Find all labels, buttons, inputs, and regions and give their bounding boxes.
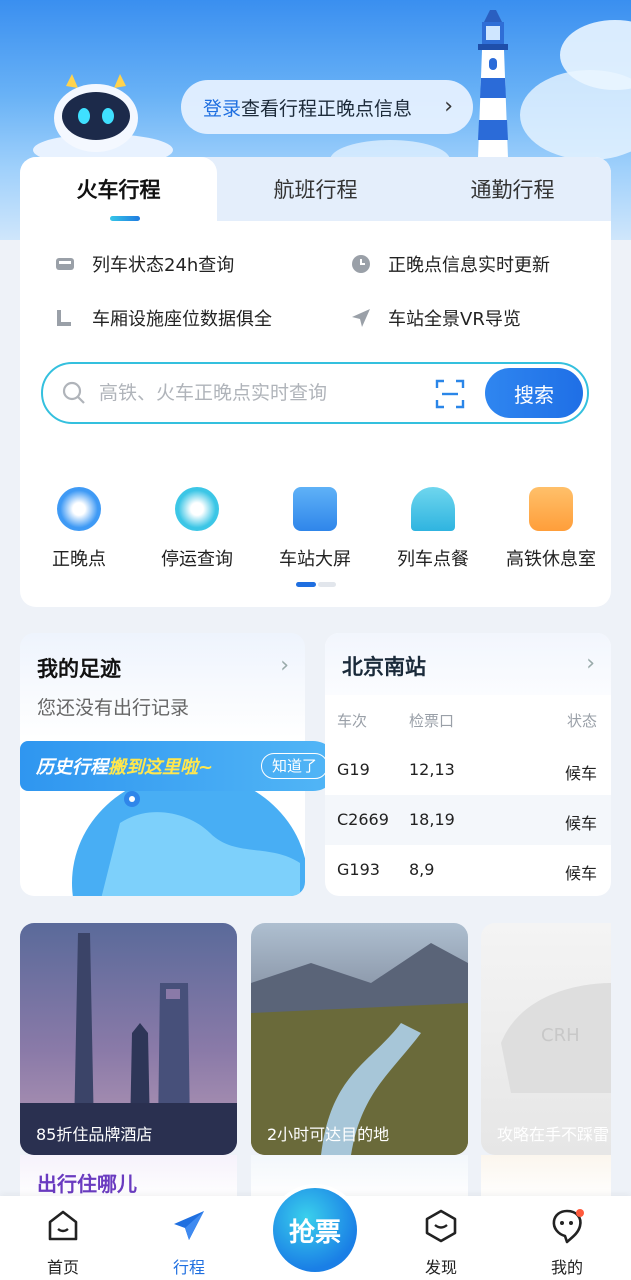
- tab-mine[interactable]: 我的: [522, 1208, 612, 1278]
- quick-entry-on-time[interactable]: 正晚点: [24, 487, 134, 571]
- tab-home[interactable]: 首页: [18, 1208, 108, 1278]
- cloud-decoration: [520, 70, 631, 160]
- search-icon: [62, 381, 85, 404]
- tab-trip[interactable]: 行程: [144, 1208, 234, 1278]
- stay-heading: 出行住哪儿: [37, 1172, 137, 1196]
- feature-item: 车站全景VR导览: [350, 305, 521, 331]
- scan-icon[interactable]: [435, 379, 465, 409]
- robot-mascot: [33, 74, 173, 166]
- promo-card-hotel[interactable]: 85折住品牌酒店: [20, 923, 237, 1155]
- grab-ticket-button[interactable]: 抢票: [273, 1188, 357, 1272]
- stop-icon: [175, 487, 219, 531]
- tab-label: 发现: [424, 1258, 457, 1277]
- train-number: G193: [337, 860, 380, 879]
- clock-icon: [350, 253, 372, 275]
- quick-entry-dining[interactable]: 列车点餐: [378, 487, 488, 571]
- home-icon: [48, 1210, 78, 1241]
- search-input[interactable]: [97, 381, 421, 405]
- table-row[interactable]: G19 12,13 候车: [325, 745, 611, 795]
- table-row[interactable]: G193 8,9 候车: [325, 845, 611, 895]
- feature-label: 列车状态24h查询: [92, 255, 235, 276]
- sofa-icon: [529, 487, 573, 531]
- lighthouse-illustration: [478, 10, 508, 158]
- quick-entry-label: 正晚点: [52, 549, 106, 570]
- paper-plane-icon: [174, 1211, 204, 1240]
- got-it-button[interactable]: 知道了: [260, 753, 328, 779]
- gate-number: 12,13: [409, 760, 455, 779]
- tab-flight-trip[interactable]: 航班行程: [217, 157, 414, 221]
- quick-entry-label: 车站大屏: [279, 549, 351, 570]
- promo-caption: 2小时可达目的地: [267, 1125, 390, 1144]
- history-banner-part2: 搬到这里啦~: [108, 757, 214, 778]
- gate-number: 8,9: [409, 860, 435, 879]
- column-header-status: 状态: [566, 712, 597, 730]
- screen-icon: [293, 487, 337, 531]
- gate-number: 18,19: [409, 810, 455, 829]
- table-row[interactable]: C2669 18,19 候车: [325, 795, 611, 845]
- train-status: 候车: [564, 814, 597, 833]
- chevron-right-icon: ›: [444, 94, 453, 119]
- promo-card-guide[interactable]: CRH 攻略在手不踩雷: [481, 923, 611, 1155]
- quick-entry-station-screen[interactable]: 车站大屏: [260, 487, 370, 571]
- train-icon: [54, 253, 76, 275]
- feature-label: 车站全景VR导览: [388, 309, 521, 330]
- search-button[interactable]: 搜索: [485, 368, 583, 418]
- tab-label: 行程: [172, 1258, 205, 1277]
- svg-text:CRH: CRH: [541, 1025, 580, 1046]
- tab-discover[interactable]: 发现: [396, 1208, 486, 1278]
- profile-icon: [552, 1209, 584, 1244]
- feature-label: 车厢设施座位数据俱全: [92, 309, 272, 330]
- quick-entry-label: 高铁休息室: [506, 549, 596, 570]
- station-header: 北京南站 ›: [325, 633, 611, 695]
- quick-entry-label: 列车点餐: [397, 549, 469, 570]
- feature-item: 列车状态24h查询: [54, 251, 234, 277]
- page-indicator: [296, 582, 336, 587]
- quick-entry-suspension[interactable]: 停运查询: [142, 487, 252, 571]
- trip-card: 火车行程 航班行程 通勤行程 列车状态24h查询 正晚点信息实时更新 车厢设施座…: [20, 157, 611, 607]
- history-trip-banner: 历史行程搬到这里啦~ 知道了: [20, 741, 338, 791]
- promo-bottom-guide: [481, 1155, 611, 1200]
- history-banner-text: 历史行程搬到这里啦~: [36, 753, 213, 779]
- history-banner-part1: 历史行程: [36, 757, 108, 778]
- train-status: 候车: [564, 864, 597, 883]
- promo-caption: 攻略在手不踩雷: [497, 1125, 610, 1144]
- quick-entry-lounge[interactable]: 高铁休息室: [496, 487, 606, 571]
- quick-entries: 正晚点 停运查询 车站大屏 列车点餐 高铁休息室: [20, 487, 611, 577]
- feature-item: 车厢设施座位数据俱全: [54, 305, 272, 331]
- promo-bottom-destination: [251, 1155, 468, 1200]
- column-header-train: 车次: [337, 712, 368, 730]
- clock-icon: [57, 487, 101, 531]
- tab-label: 我的: [550, 1258, 583, 1277]
- quick-entry-label: 停运查询: [161, 549, 233, 570]
- promo-caption: 85折住品牌酒店: [36, 1125, 153, 1144]
- chevron-right-icon: ›: [280, 653, 289, 678]
- station-name: 北京南站: [342, 655, 426, 679]
- tab-train-trip[interactable]: 火车行程: [20, 157, 217, 221]
- station-table-header: 车次 检票口 状态: [325, 695, 611, 745]
- footprint-title: 我的足迹: [37, 657, 121, 681]
- tab-commute-trip[interactable]: 通勤行程: [414, 157, 611, 221]
- station-card[interactable]: 北京南站 › 车次 检票口 状态 G19 12,13 候车 C2669 18,1…: [325, 633, 611, 896]
- discover-icon: [425, 1209, 457, 1243]
- train-number: C2669: [337, 810, 389, 829]
- dining-icon: [411, 487, 455, 531]
- chevron-right-icon: ›: [586, 651, 595, 676]
- train-status: 候车: [564, 764, 597, 783]
- login-prompt-text: 查看行程正晚点信息: [241, 97, 413, 120]
- login-prompt[interactable]: 登录 查看行程正晚点信息 ›: [181, 80, 473, 134]
- footprint-subtitle: 您还没有出行记录: [37, 697, 190, 719]
- feature-item: 正晚点信息实时更新: [350, 251, 550, 277]
- promo-card-destination[interactable]: 2小时可达目的地: [251, 923, 468, 1155]
- navigation-icon: [350, 307, 372, 329]
- trip-tabs: 火车行程 航班行程 通勤行程: [20, 157, 611, 221]
- train-number: G19: [337, 760, 370, 779]
- tab-label: 首页: [46, 1258, 79, 1277]
- search-bar: 搜索: [41, 362, 589, 424]
- login-link[interactable]: 登录: [203, 94, 241, 121]
- seat-icon: [54, 307, 76, 329]
- feature-label: 正晚点信息实时更新: [388, 255, 550, 276]
- column-header-gate: 检票口: [409, 712, 455, 730]
